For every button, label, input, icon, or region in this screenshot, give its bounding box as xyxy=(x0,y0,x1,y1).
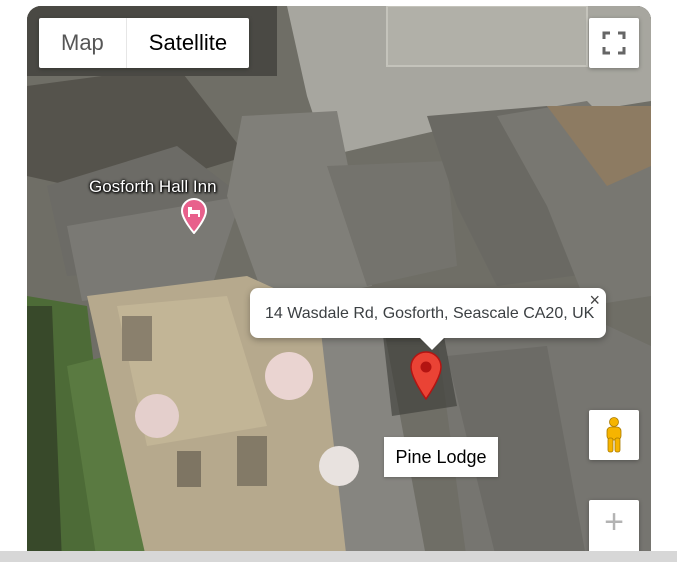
map-container[interactable]: Map Satellite Gosforth Hall Inn 14 Wasda… xyxy=(27,6,651,562)
fullscreen-icon xyxy=(602,31,626,55)
plus-icon: + xyxy=(604,503,624,541)
info-window: 14 Wasdale Rd, Gosforth, Seascale CA20, … xyxy=(250,288,606,350)
zoom-in-button[interactable]: + xyxy=(589,500,639,556)
pegman-button[interactable] xyxy=(589,410,639,460)
satellite-imagery[interactable] xyxy=(27,6,651,562)
horizontal-scrollbar[interactable] xyxy=(0,551,677,562)
map-type-satellite-button[interactable]: Satellite xyxy=(125,18,249,68)
map-type-map-button[interactable]: Map xyxy=(39,18,126,68)
map-type-control: Map Satellite xyxy=(39,18,250,68)
info-address: 14 Wasdale Rd, Gosforth, Seascale CA20, … xyxy=(265,305,595,322)
pegman-icon xyxy=(606,417,622,453)
red-location-pin-icon[interactable] xyxy=(409,350,443,405)
poi-label[interactable]: Gosforth Hall Inn xyxy=(89,177,217,197)
hotel-marker-icon[interactable] xyxy=(180,198,208,239)
place-label: Pine Lodge xyxy=(384,437,498,477)
close-icon[interactable]: × xyxy=(589,291,600,309)
fullscreen-button[interactable] xyxy=(589,18,639,68)
